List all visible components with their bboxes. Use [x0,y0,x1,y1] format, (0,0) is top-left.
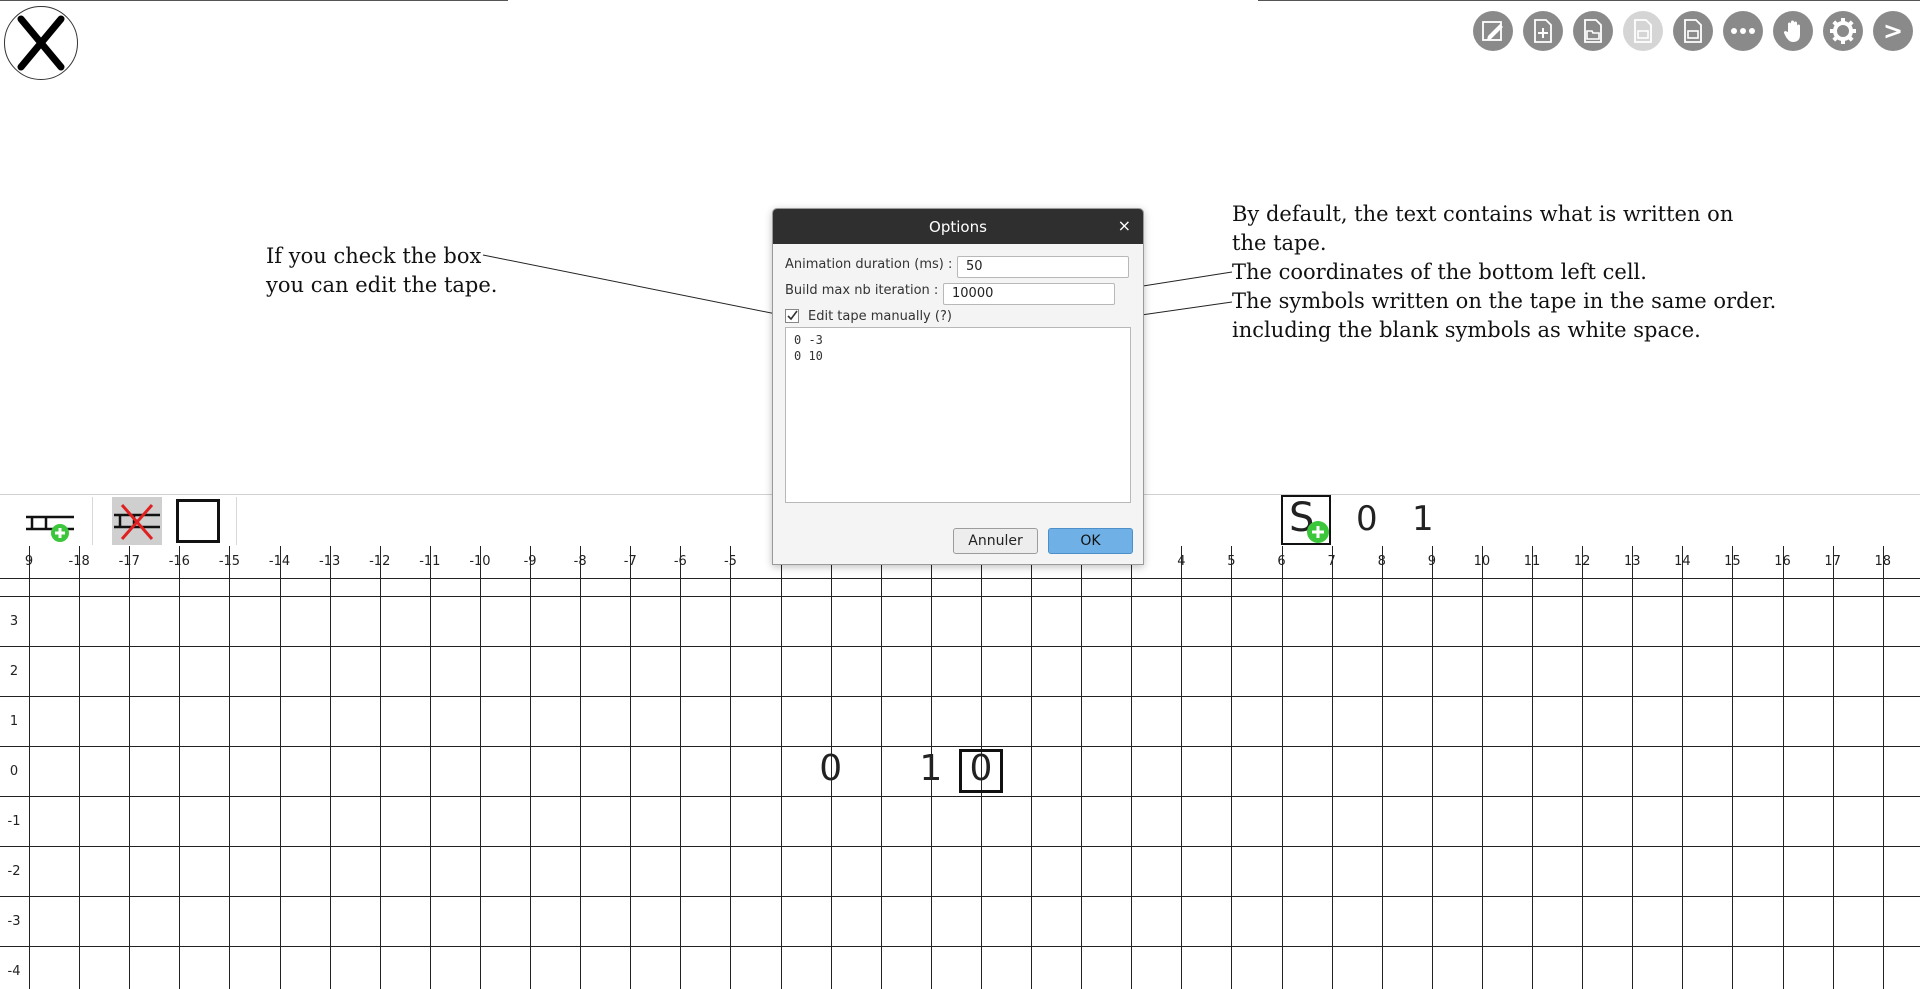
column-label: -13 [319,554,341,569]
column-label: 18 [1874,554,1891,569]
column-label: 9 [24,554,34,569]
symbol-0[interactable]: 0 [1356,499,1378,539]
dialog-close-icon[interactable]: × [1118,216,1131,235]
add-tape-button[interactable] [22,503,78,543]
ok-button[interactable]: OK [1048,528,1133,554]
column-label: -11 [419,554,441,569]
column-label: 13 [1623,554,1641,569]
column-label: -12 [369,554,391,569]
tape-cell-button[interactable] [176,499,220,543]
column-label: 9 [1427,554,1436,569]
cancel-button[interactable]: Annuler [953,528,1038,554]
dialog-title-bar: Options × [773,209,1143,244]
edit-tape-label: Edit tape manually (?) [808,309,952,324]
column-label: -15 [218,554,241,569]
tape-cell-symbol: 0 [969,748,993,789]
build-max-iteration-input[interactable]: 10000 [943,283,1115,305]
check-icon [787,310,798,321]
row-label: 2 [9,664,19,679]
delete-tape-button[interactable] [112,497,162,545]
tape-cell-symbol: 0 [819,748,843,789]
animation-duration-input[interactable]: 50 [957,256,1129,278]
animation-duration-label: Animation duration (ms) : [785,257,953,272]
column-label: 6 [1277,554,1286,569]
tape-cell-symbol: 1 [919,748,943,789]
tape-textarea[interactable]: 0 -3 0 10 [785,327,1131,503]
row-label: -4 [7,964,21,979]
row-label: -2 [7,864,21,879]
column-label: 16 [1774,554,1791,569]
row-label: -1 [7,814,21,829]
column-label: 5 [1227,554,1236,569]
column-label: 11 [1523,554,1541,569]
column-label: 8 [1377,554,1386,569]
column-label: 10 [1473,554,1491,569]
row-label: 1 [9,714,19,729]
row-label: -3 [7,914,21,929]
column-label: 4 [1177,554,1186,569]
row-label: 0 [9,764,19,779]
column-label: -5 [723,554,737,569]
dialog-title: Options [929,217,987,236]
add-tape-icon [26,515,74,542]
column-label: -8 [573,554,587,569]
tape-toolbar-divider-1 [92,497,93,545]
column-label: -6 [673,554,687,569]
edit-tape-checkbox[interactable] [785,309,799,323]
tape-toolbar-divider-2 [236,497,237,545]
add-icon [1307,521,1329,543]
build-max-iteration-label: Build max nb iteration : [785,283,939,298]
add-symbol-button[interactable]: S [1281,495,1331,545]
column-label: -7 [623,554,637,569]
column-label: -14 [268,554,291,569]
symbol-1[interactable]: 1 [1412,499,1434,539]
row-label: 3 [9,614,19,629]
column-label: 15 [1724,554,1741,569]
options-dialog: Options × Animation duration (ms) : 50 B… [772,208,1144,565]
column-label: 7 [1327,554,1336,569]
column-label: -17 [118,554,140,569]
column-label: -10 [469,554,491,569]
column-label: -18 [68,554,90,569]
column-label: -9 [523,554,537,569]
column-label: 14 [1674,554,1691,569]
grid-labels: 9-18-17-16-15-14-13-12-11-10-9-8-7-6-5-4… [0,546,1920,989]
tape-grid[interactable]: 9-18-17-16-15-14-13-12-11-10-9-8-7-6-5-4… [0,546,1920,989]
column-label: 12 [1573,554,1591,569]
column-label: 17 [1824,554,1841,569]
column-label: -16 [168,554,190,569]
delete-tape-icon [114,504,160,540]
